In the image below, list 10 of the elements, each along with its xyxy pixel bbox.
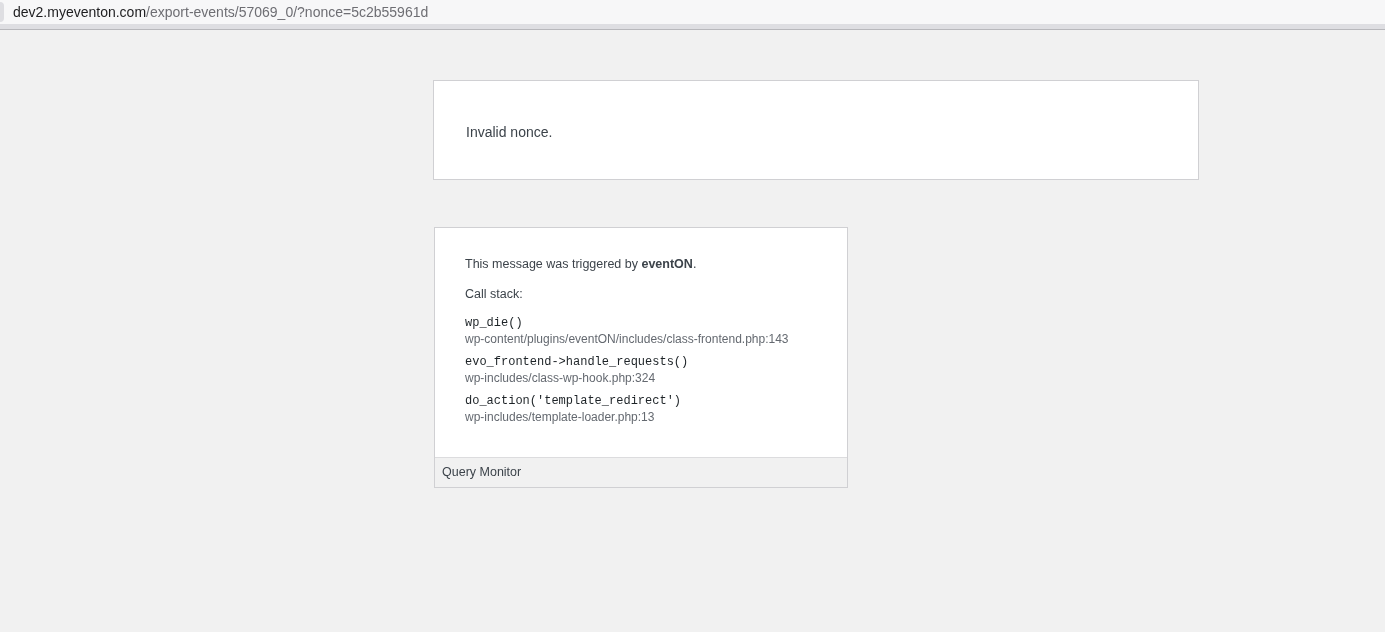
footer-label: Query Monitor <box>435 457 847 487</box>
error-message: Invalid nonce. <box>466 123 553 142</box>
function-name: do_action('template_redirect') <box>465 393 682 409</box>
file-location: wp-includes/template-loader.php:13 <box>465 409 655 425</box>
file-location: wp-content/plugins/eventON/includes/class-frontend.php:143 <box>465 331 789 347</box>
trigger-message: This message was triggered by eventON. <box>465 256 698 272</box>
function-name: wp_die() <box>465 315 523 331</box>
file-location: wp-includes/class-wp-hook.php:324 <box>465 370 656 386</box>
call-stack-label: Call stack: <box>465 286 524 302</box>
function-name: evo_frontend->handle_requests() <box>465 354 689 370</box>
